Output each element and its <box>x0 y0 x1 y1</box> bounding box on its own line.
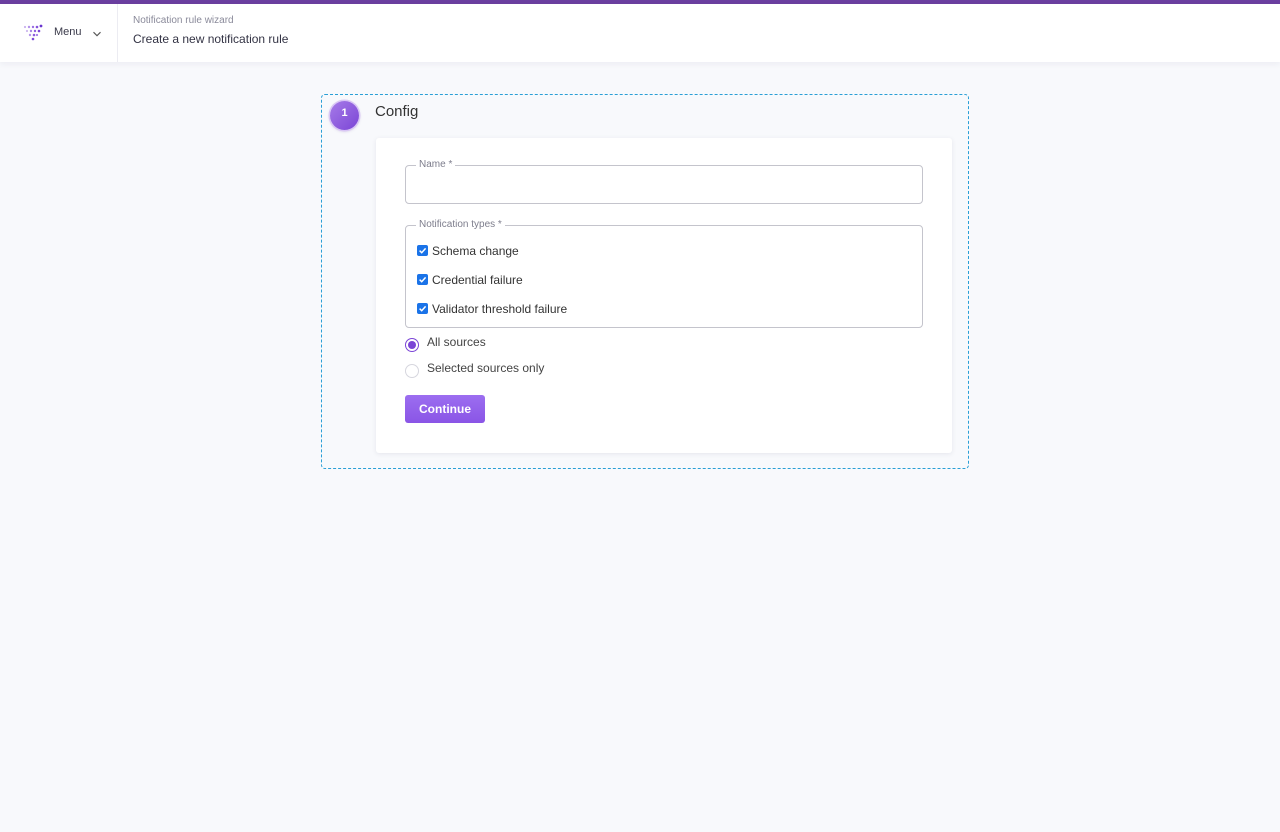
app-header: Menu Notification rule wizard Create a n… <box>0 4 1280 62</box>
notification-types-field: Notification types * Schema change Crede… <box>405 220 923 328</box>
type-option-schema-change[interactable]: Schema change <box>406 236 922 265</box>
radio-selected-sources-only[interactable]: Selected sources only <box>405 361 544 378</box>
name-input[interactable] <box>406 170 922 196</box>
type-option-validator-threshold-failure[interactable]: Validator threshold failure <box>406 294 922 323</box>
type-option-label: Validator threshold failure <box>432 302 568 316</box>
type-option-label: Credential failure <box>432 273 523 287</box>
checkbox-checked-icon[interactable] <box>417 274 428 285</box>
radio-unselected-icon[interactable] <box>405 364 419 378</box>
config-card: Name * Notification types * Schema chang… <box>376 138 952 453</box>
radio-all-sources[interactable]: All sources <box>405 335 486 352</box>
dots-logo-icon <box>23 24 43 41</box>
header-titles: Notification rule wizard Create a new no… <box>118 4 288 62</box>
radio-selected-icon[interactable] <box>405 338 419 352</box>
menu-label: Menu <box>54 25 82 38</box>
type-option-credential-failure[interactable]: Credential failure <box>406 265 922 294</box>
step-number-badge: 1 <box>330 101 359 130</box>
menu-button[interactable]: Menu <box>0 4 118 62</box>
type-option-label: Schema change <box>432 244 519 258</box>
checkbox-checked-icon[interactable] <box>417 245 428 256</box>
radio-label: Selected sources only <box>427 361 545 375</box>
continue-button[interactable]: Continue <box>405 395 485 423</box>
notification-types-label: Notification types * <box>419 219 502 230</box>
step-number: 1 <box>341 106 348 119</box>
name-field[interactable]: Name * <box>405 160 923 204</box>
step-title: Config <box>375 103 419 120</box>
chevron-down-icon <box>92 31 101 37</box>
checkbox-checked-icon[interactable] <box>417 303 428 314</box>
name-field-label: Name * <box>419 159 453 170</box>
page-title: Create a new notification rule <box>133 32 289 46</box>
wizard-label: Notification rule wizard <box>133 15 234 26</box>
radio-label: All sources <box>427 335 486 349</box>
